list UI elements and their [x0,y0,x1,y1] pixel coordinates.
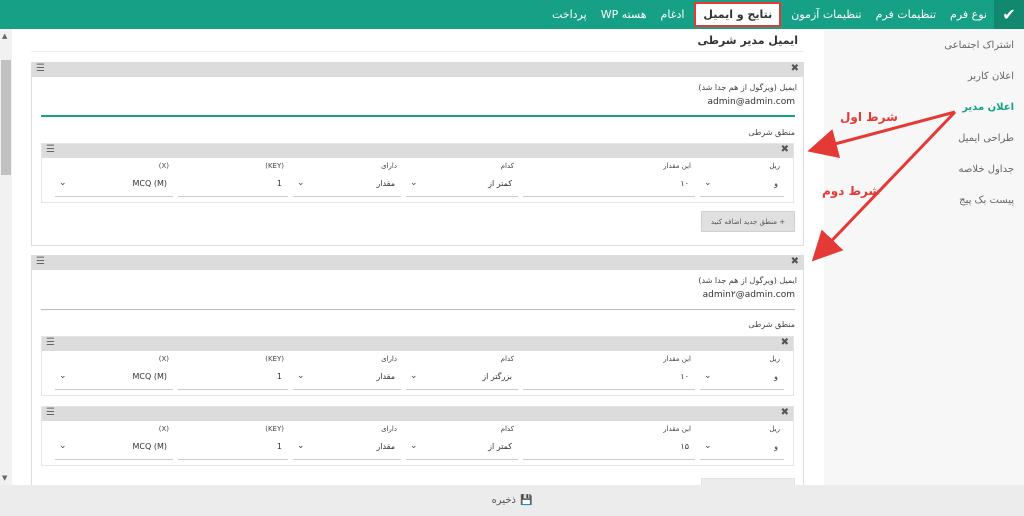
annotation-first-condition: شرط اول [840,110,898,124]
annotation-second-condition: شرط دوم [822,184,881,198]
annotation-arrows [807,110,957,262]
save-label: ذخیره [491,495,516,506]
floppy-disk-icon: 💾 [519,495,533,506]
save-button[interactable]: 💾 ذخیره [492,495,533,506]
save-bar: 💾 ذخیره [0,485,1024,516]
